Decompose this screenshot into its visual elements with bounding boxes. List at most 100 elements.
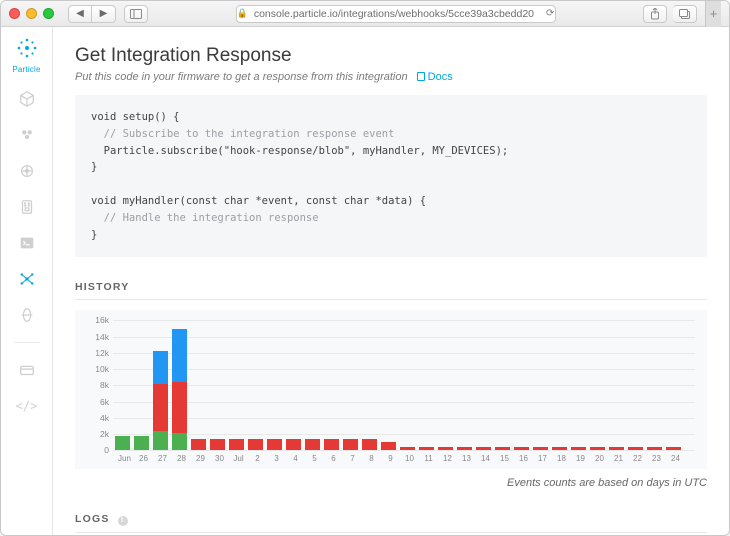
chart-bar[interactable] xyxy=(381,442,396,450)
docs-link[interactable]: Docs xyxy=(417,71,453,83)
chart-bar[interactable] xyxy=(419,447,434,450)
sidebar-item-groups[interactable] xyxy=(16,124,38,146)
bar-segment-error xyxy=(362,439,377,450)
bar-segment-error xyxy=(381,442,396,450)
chart-bar[interactable] xyxy=(267,439,282,450)
sidebar-item-console[interactable] xyxy=(16,232,38,254)
x-tick: 2 xyxy=(250,454,265,463)
bar-segment-error xyxy=(210,439,225,450)
share-button[interactable] xyxy=(643,5,667,23)
chart-bar[interactable] xyxy=(191,439,206,450)
bar-segment-error xyxy=(343,439,358,450)
bar-segment-error xyxy=(514,447,529,450)
chart-bar[interactable] xyxy=(153,351,168,450)
titlebar: ◀ ▶ 🔒 console.particle.io/integrations/w… xyxy=(1,1,729,27)
sidebar-item-devices[interactable] xyxy=(16,160,38,182)
chart-bar[interactable] xyxy=(476,447,491,450)
bar-segment-error xyxy=(457,447,472,450)
new-tab-button[interactable]: + xyxy=(705,1,721,27)
reload-icon[interactable]: ⟳ xyxy=(540,8,554,19)
bar-segment-error xyxy=(400,447,415,450)
x-tick: 29 xyxy=(193,454,208,463)
chart-y-axis: 16k14k12k10k8k6k4k2k0 xyxy=(87,320,113,450)
bar-segment-error xyxy=(495,447,510,450)
sidebar-item-integrations[interactable] xyxy=(16,268,38,290)
bar-segment-sleep xyxy=(172,329,187,383)
chart-plot xyxy=(113,320,695,450)
lock-icon: 🔒 xyxy=(237,8,248,19)
particle-logo-icon[interactable] xyxy=(14,35,40,61)
x-tick: 22 xyxy=(630,454,645,463)
code-line: // Subscribe to the integration response… xyxy=(91,128,394,140)
brand-label: Particle xyxy=(12,65,40,74)
chart-bar[interactable] xyxy=(400,447,415,450)
x-tick: 23 xyxy=(649,454,664,463)
code-line: } xyxy=(91,229,97,241)
chart-bar[interactable] xyxy=(362,439,377,450)
chart-bar[interactable] xyxy=(457,447,472,450)
chart-bar[interactable] xyxy=(248,439,263,450)
tab-overview-button[interactable] xyxy=(124,5,148,23)
chart-bar[interactable] xyxy=(286,439,301,450)
code-line: } xyxy=(91,161,97,173)
minimize-window-button[interactable] xyxy=(26,8,37,19)
chart-bar[interactable] xyxy=(514,447,529,450)
chart-bar[interactable] xyxy=(552,447,567,450)
chart-bar[interactable] xyxy=(115,436,130,451)
browser-window: ◀ ▶ 🔒 console.particle.io/integrations/w… xyxy=(0,0,730,536)
chart-bar[interactable] xyxy=(229,439,244,450)
x-tick: 12 xyxy=(440,454,455,463)
history-heading: History xyxy=(75,281,707,300)
bar-segment-success xyxy=(115,436,130,451)
bar-segment-error xyxy=(628,447,643,450)
x-tick: 4 xyxy=(288,454,303,463)
bar-segment-success xyxy=(172,433,187,451)
bar-segment-error xyxy=(324,439,339,450)
sidebar-item-sims[interactable] xyxy=(16,196,38,218)
chart-bar[interactable] xyxy=(666,447,681,450)
x-tick: 6 xyxy=(326,454,341,463)
info-icon[interactable]: i xyxy=(118,516,128,526)
x-tick: 3 xyxy=(269,454,284,463)
x-tick: 14 xyxy=(478,454,493,463)
forward-button[interactable]: ▶ xyxy=(92,5,116,23)
chart-bar[interactable] xyxy=(609,447,624,450)
x-tick: 20 xyxy=(592,454,607,463)
close-window-button[interactable] xyxy=(9,8,20,19)
chart-bar[interactable] xyxy=(571,447,586,450)
chart-bar[interactable] xyxy=(210,439,225,450)
x-tick: 8 xyxy=(364,454,379,463)
bar-segment-error xyxy=(419,447,434,450)
chart-bar[interactable] xyxy=(495,447,510,450)
chart-bar[interactable] xyxy=(324,439,339,450)
chart-bar[interactable] xyxy=(533,447,548,450)
chart-bar[interactable] xyxy=(134,436,149,451)
sidebar-item-auth[interactable] xyxy=(16,304,38,326)
chart-bar[interactable] xyxy=(305,439,320,450)
sidebar-item-products[interactable] xyxy=(16,88,38,110)
bar-segment-error xyxy=(248,439,263,450)
chart-bar[interactable] xyxy=(438,447,453,450)
x-tick: 13 xyxy=(459,454,474,463)
sidebar-item-code[interactable]: </> xyxy=(16,395,38,417)
logs-heading-text: Logs xyxy=(75,513,110,525)
address-bar[interactable]: 🔒 console.particle.io/integrations/webho… xyxy=(236,5,556,23)
history-chart: 16k14k12k10k8k6k4k2k0 Jun2627282930Jul23… xyxy=(75,310,707,469)
logs-heading: Logs i xyxy=(75,513,707,533)
sidebar-item-billing[interactable] xyxy=(16,359,38,381)
x-tick: 21 xyxy=(611,454,626,463)
chart-bar[interactable] xyxy=(647,447,662,450)
code-line: void myHandler(const char *event, const … xyxy=(91,195,426,207)
chart-bar[interactable] xyxy=(172,329,187,451)
back-button[interactable]: ◀ xyxy=(68,5,92,23)
x-tick: 7 xyxy=(345,454,360,463)
bar-segment-error xyxy=(438,447,453,450)
code-line: // Handle the integration response xyxy=(91,212,319,224)
chart-bar[interactable] xyxy=(590,447,605,450)
sidebar-separator xyxy=(14,342,40,343)
tabs-button[interactable] xyxy=(673,5,697,23)
chart-bar[interactable] xyxy=(628,447,643,450)
chart-bar[interactable] xyxy=(343,439,358,450)
zoom-window-button[interactable] xyxy=(43,8,54,19)
x-tick: 28 xyxy=(174,454,189,463)
